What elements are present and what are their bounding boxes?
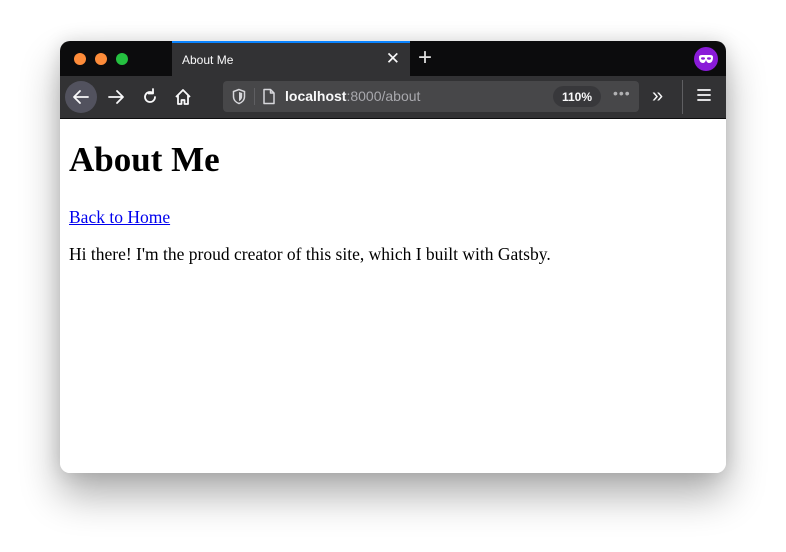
page-actions-menu-icon[interactable]: ••• <box>613 85 631 101</box>
home-icon <box>175 89 191 105</box>
arrow-left-icon <box>73 90 89 104</box>
intro-paragraph: Hi there! I'm the proud creator of this … <box>69 244 551 264</box>
reload-button[interactable] <box>134 81 166 113</box>
url-text[interactable]: localhost:8000/about <box>285 88 420 104</box>
tab-bar: About Me ✕ + <box>60 41 726 76</box>
forward-button[interactable] <box>100 81 132 113</box>
reload-icon <box>144 88 156 103</box>
back-button[interactable] <box>65 81 97 113</box>
page-heading: About Me <box>69 140 220 179</box>
tab-about-me[interactable]: About Me ✕ <box>172 41 410 76</box>
tracking-protection-shield-icon[interactable] <box>231 88 247 105</box>
browser-window: About Me ✕ + localhost:8000/about 110% •… <box>60 41 726 473</box>
arrow-right-icon <box>108 90 124 104</box>
zoom-level-button[interactable]: 110% <box>553 86 601 107</box>
page-info-icon[interactable] <box>261 88 277 105</box>
url-path: :8000/about <box>346 88 421 104</box>
page-content: About Me Back to Home Hi there! I'm the … <box>60 119 726 473</box>
back-to-home-link[interactable]: Back to Home <box>69 207 170 228</box>
window-maximize-button[interactable] <box>116 53 128 65</box>
url-host: localhost <box>285 88 347 104</box>
home-button[interactable] <box>167 81 199 113</box>
tab-title: About Me <box>182 53 234 67</box>
private-browsing-icon <box>694 47 718 71</box>
window-close-button[interactable] <box>74 53 86 65</box>
toolbar-divider <box>682 80 683 114</box>
toolbar-overflow-chevron-icon[interactable]: » <box>652 85 663 107</box>
url-bar[interactable]: localhost:8000/about 110% ••• <box>223 81 639 112</box>
url-bar-divider <box>254 88 255 105</box>
new-tab-button[interactable]: + <box>418 44 432 72</box>
window-minimize-button[interactable] <box>95 53 107 65</box>
navigation-toolbar: localhost:8000/about 110% ••• » <box>60 76 726 119</box>
hamburger-menu-icon[interactable] <box>696 87 712 103</box>
tab-close-icon[interactable]: ✕ <box>386 49 400 69</box>
